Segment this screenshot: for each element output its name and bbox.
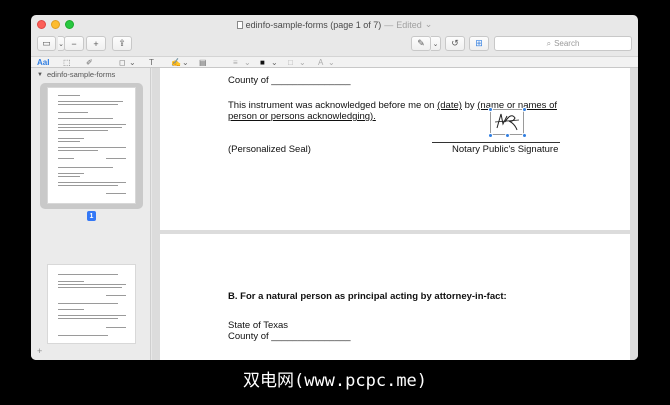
edited-label[interactable]: Edited [396, 20, 422, 30]
document-page-2: B. For a natural person as principal act… [160, 234, 630, 360]
markup-pen-button[interactable]: ✎ [411, 36, 431, 51]
markup-toolbar: AaI ⬚ ✐ ◻ ⌄ T ✍ ⌄ ▤ ≡ ⌄ ■ ⌄ □ ⌄ A ⌄ [31, 56, 638, 68]
sidebar-document-header[interactable]: ▼ edinfo-sample-forms [37, 70, 115, 79]
document-view[interactable]: County of _______________ This instrumen… [152, 68, 638, 360]
resize-handle-top-left[interactable] [488, 107, 493, 112]
page-1-thumbnail[interactable] [47, 87, 136, 204]
search-placeholder: Search [554, 39, 580, 48]
toolbox-icon: ⊞ [475, 38, 483, 48]
selected-thumbnail-highlight [40, 83, 143, 209]
resize-handle-bottom-center[interactable] [505, 133, 510, 138]
chevron-down-icon: ⌄ [432, 40, 439, 48]
main-toolbar: ▭ ⌄ − + ⇪ ✎ ⌄ ↺ ⊞ ⌕ Search [31, 34, 638, 56]
text-selection-tool[interactable]: AaI [37, 57, 49, 68]
rectangle-selection-icon[interactable]: ⬚ [63, 57, 71, 68]
zoom-in-icon: + [93, 38, 99, 49]
share-button[interactable]: ⇪ [112, 36, 132, 51]
sidebar-toggle-button[interactable]: ▭ [37, 36, 56, 51]
signature-chevron-icon[interactable]: ⌄ [182, 57, 189, 68]
markup-toolbox-button[interactable]: ⊞ [469, 36, 489, 51]
border-color-chevron-icon[interactable]: ⌄ [271, 57, 278, 68]
fill-color-icon[interactable]: □ [288, 57, 293, 68]
ack-by: by [464, 100, 475, 111]
sketch-icon[interactable]: ✐ [86, 57, 93, 68]
sidebar-document-name: edinfo-sample-forms [46, 70, 116, 79]
signature-icon[interactable]: ✍ [171, 57, 181, 68]
preview-window: edinfo-sample-forms (page 1 of 7) — Edit… [31, 15, 638, 360]
add-page-icon[interactable]: + [37, 346, 42, 356]
window-title-text: edinfo-sample-forms (page 1 of 7) [245, 19, 382, 30]
border-color-icon[interactable]: ■ [260, 57, 265, 68]
handwritten-signature [494, 113, 520, 131]
county-line-2: County of _______________ [228, 331, 351, 342]
seal-label: (Personalized Seal) [228, 144, 311, 155]
acknowledgment-line-2: person or persons acknowledging). [228, 111, 376, 122]
edited-chevron-icon[interactable]: ⌄ [425, 19, 433, 30]
close-window-button[interactable] [37, 20, 46, 29]
zoom-window-button[interactable] [65, 20, 74, 29]
title-separator: — [384, 19, 394, 30]
page-2-thumbnail[interactable] [47, 264, 136, 344]
zoom-out-button[interactable]: − [64, 36, 84, 51]
thumbnail-sidebar: ▼ edinfo-sample-forms 1 + [31, 68, 151, 360]
note-icon[interactable]: ▤ [199, 57, 207, 68]
share-icon: ⇪ [118, 38, 126, 48]
search-field[interactable]: ⌕ Search [494, 36, 632, 51]
fill-color-chevron-icon[interactable]: ⌄ [299, 57, 306, 68]
shapes-icon[interactable]: ◻ [119, 57, 126, 68]
zoom-out-icon: − [71, 38, 77, 49]
disclosure-triangle-icon[interactable]: ▼ [37, 72, 43, 78]
line-style-icon[interactable]: ≡ [233, 57, 238, 68]
ack-date: (date) [437, 100, 462, 111]
watermark-caption: 双电网(www.pcpc.me) [242, 371, 428, 391]
title-bar: edinfo-sample-forms (page 1 of 7) — Edit… [31, 15, 638, 34]
window-controls [37, 20, 74, 29]
resize-handle-bottom-left[interactable] [488, 133, 493, 138]
minimize-window-button[interactable] [51, 20, 60, 29]
text-style-chevron-icon[interactable]: ⌄ [328, 57, 335, 68]
sidebar-icon: ▭ [42, 38, 51, 48]
resize-handle-bottom-right[interactable] [522, 133, 527, 138]
signature-annotation[interactable] [490, 109, 524, 135]
current-page-badge: 1 [87, 211, 96, 221]
search-icon: ⌕ [546, 38, 552, 48]
rotate-button[interactable]: ↺ [445, 36, 465, 51]
window-title: edinfo-sample-forms (page 1 of 7) — Edit… [236, 19, 433, 30]
resize-handle-top-right[interactable] [522, 107, 527, 112]
pen-icon: ✎ [417, 38, 425, 48]
text-style-icon[interactable]: A [318, 57, 323, 68]
document-icon [236, 20, 243, 29]
rotate-icon: ↺ [451, 38, 459, 48]
notary-signature-label: Notary Public's Signature [452, 144, 559, 155]
signature-rule [432, 142, 560, 143]
ack-prefix: This instrument was acknowledged before … [228, 100, 435, 111]
text-box-icon[interactable]: T [149, 57, 154, 68]
county-line: County of _______________ [228, 75, 351, 86]
document-page-1: County of _______________ This instrumen… [160, 68, 630, 230]
markup-pen-menu-button[interactable]: ⌄ [431, 36, 441, 51]
line-style-chevron-icon[interactable]: ⌄ [244, 57, 251, 68]
zoom-in-button[interactable]: + [86, 36, 106, 51]
shapes-chevron-icon[interactable]: ⌄ [129, 57, 136, 68]
section-b-heading: B. For a natural person as principal act… [228, 291, 507, 302]
